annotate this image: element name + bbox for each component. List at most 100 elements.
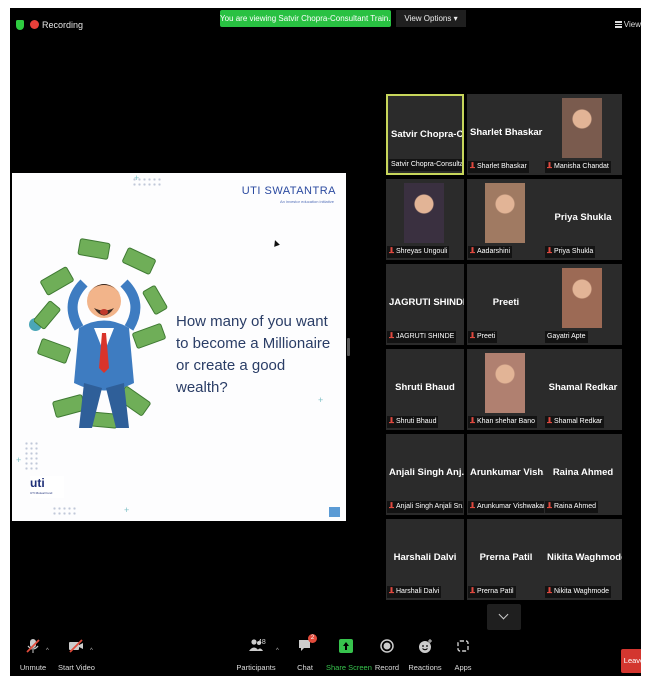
participant-name: Nikita Waghmode [547, 552, 622, 563]
participant-tile[interactable]: Shruti Bhaud Shruti Bhaud [386, 349, 464, 430]
participant-label: Aadarshini [468, 246, 513, 258]
uti-logo: uti UTI Mutual Fund [30, 476, 64, 498]
participant-tile[interactable]: Anjali Singh Anj... Anjali Singh Anjali S… [386, 434, 464, 515]
chevron-down-icon: ▾ [453, 14, 458, 23]
participant-label: Anjali Singh Anjali Sn... [387, 501, 463, 513]
muted-microphone-icon [470, 502, 475, 509]
muted-microphone-icon [389, 587, 394, 594]
participant-label: Raina Ahmed [545, 501, 599, 513]
participant-label: Prerna Patil [468, 586, 516, 598]
participant-tile[interactable]: Gayatri Apte [544, 264, 622, 345]
muted-microphone-icon [389, 417, 394, 424]
muted-microphone-icon [470, 247, 475, 254]
participant-label: Manisha Chandat [545, 161, 611, 173]
reactions-button[interactable]: Reactions [408, 638, 442, 672]
participant-label: Harshali Dalvi [387, 586, 442, 598]
participant-label: Shreyas Ungouli [387, 246, 450, 258]
apps-button[interactable]: Apps [450, 638, 476, 672]
participant-tile[interactable]: Priya Shukla Priya Shukla [544, 179, 622, 260]
participants-caret-icon[interactable]: ^ [276, 648, 279, 654]
mouse-pointer-icon [272, 239, 280, 247]
participant-video [485, 183, 525, 243]
security-shield-icon[interactable] [16, 20, 24, 30]
muted-microphone-icon [470, 587, 475, 594]
participant-tile[interactable]: Manisha Chandat [544, 94, 622, 175]
participant-tile[interactable]: Arunkumar Vish... Arunkumar Vishwakar... [467, 434, 545, 515]
participant-tile[interactable]: Prerna Patil Prerna Patil [467, 519, 545, 600]
plus-decoration-icon: + [134, 173, 140, 183]
chat-label: Chat [297, 663, 313, 672]
share-screen-button[interactable]: Share Screen [326, 638, 372, 672]
participant-name: JAGRUTI SHINDE [389, 297, 464, 308]
participant-name: Anjali Singh Anj... [389, 467, 464, 478]
slide-question: How many of you want to become a Million… [176, 313, 331, 396]
participant-label: JAGRUTI SHINDE [387, 331, 457, 343]
leave-button[interactable]: Leave [621, 649, 641, 673]
apps-label: Apps [454, 663, 472, 672]
participant-name: Shamal Redkar [548, 382, 618, 393]
unmute-button[interactable]: Unmute [16, 638, 50, 672]
view-label: View [623, 20, 641, 29]
chat-button[interactable]: 2 Chat [292, 634, 318, 672]
participant-label: Satvir Chopra-Consultan... [389, 159, 462, 171]
participant-tile[interactable]: Shreyas Ungouli [386, 179, 464, 260]
participant-label-text: Arunkumar Vishwakar... [477, 503, 544, 510]
muted-microphone-icon [547, 247, 552, 254]
participant-tile[interactable]: Sharlet Bhaskar Sharlet Bhaskar [467, 94, 545, 175]
audio-options-caret-icon[interactable]: ^ [46, 648, 49, 654]
recording-label: Recording [42, 20, 84, 30]
participant-label-text: Khan shehar Bano [477, 418, 535, 425]
view-options-button[interactable]: View Options ▾ [396, 10, 466, 27]
participant-label-text: Shreyas Ungouli [396, 248, 448, 255]
participant-label-text: Nikita Waghmode [554, 588, 609, 595]
muted-microphone-icon [389, 247, 394, 254]
participant-tile[interactable]: Preeti Preeti [467, 264, 545, 345]
participant-tile[interactable]: Aadarshini [467, 179, 545, 260]
money-man-illustration [34, 238, 168, 429]
view-button[interactable]: View [614, 20, 641, 29]
plus-decoration-icon: + [124, 505, 130, 515]
decorative-dots [52, 506, 76, 516]
participants-icon: 48 [243, 638, 269, 654]
participant-tile[interactable]: Satvir Chopra-C... Satvir Chopra-Consulta… [386, 94, 464, 175]
muted-microphone-icon [547, 417, 552, 424]
participant-tile[interactable]: Khan shehar Bano [467, 349, 545, 430]
record-label: Record [374, 663, 400, 672]
participants-button[interactable]: 48 Participants [236, 638, 276, 672]
gallery-next-page-button[interactable] [487, 604, 521, 630]
participant-label-text: Manisha Chandat [554, 163, 609, 170]
start-video-button[interactable]: Start Video [58, 638, 95, 672]
participant-label-text: Priya Shukla [554, 248, 594, 255]
view-options-label: View Options [404, 14, 452, 23]
participant-name: Harshali Dalvi [393, 552, 457, 563]
gallery-view-icon [614, 21, 622, 29]
video-options-caret-icon[interactable]: ^ [90, 648, 93, 654]
participant-label-text: JAGRUTI SHINDE [396, 333, 455, 340]
participant-label: Preeti [468, 331, 498, 343]
muted-microphone-icon [547, 502, 552, 509]
chat-icon: 2 [297, 634, 317, 654]
record-button[interactable]: Record [372, 638, 402, 672]
split-view-handle[interactable] [347, 338, 350, 356]
apps-icon [455, 638, 471, 654]
reactions-label: Reactions [408, 663, 442, 672]
participant-tile[interactable]: Harshali Dalvi Harshali Dalvi [386, 519, 464, 600]
chevron-down-icon [498, 609, 509, 620]
participant-tile[interactable]: Nikita Waghmode Nikita Waghmode [544, 519, 622, 600]
muted-microphone-icon [470, 162, 475, 169]
participant-name: Raina Ahmed [552, 467, 614, 478]
participant-label: Sharlet Bhaskar [468, 161, 529, 173]
unmute-label: Unmute [19, 663, 47, 672]
chat-unread-badge: 2 [308, 634, 317, 643]
participants-label: Participants [236, 663, 276, 672]
participant-label: Arunkumar Vishwakar... [468, 501, 544, 513]
participant-label: Khan shehar Bano [468, 416, 537, 428]
participant-tile[interactable]: Raina Ahmed Raina Ahmed [544, 434, 622, 515]
muted-microphone-icon [25, 638, 41, 654]
participant-tile[interactable]: Shamal Redkar Shamal Redkar [544, 349, 622, 430]
participant-tile[interactable]: JAGRUTI SHINDE JAGRUTI SHINDE [386, 264, 464, 345]
participant-label: Shamal Redkar [545, 416, 605, 428]
viewing-screen-banner: You are viewing Satvir Chopra-Consultant… [220, 10, 391, 27]
participant-label-text: Gayatri Apte [547, 333, 586, 340]
shared-screen: + + + + UTI SWATANTRA An investor educat… [12, 173, 346, 521]
